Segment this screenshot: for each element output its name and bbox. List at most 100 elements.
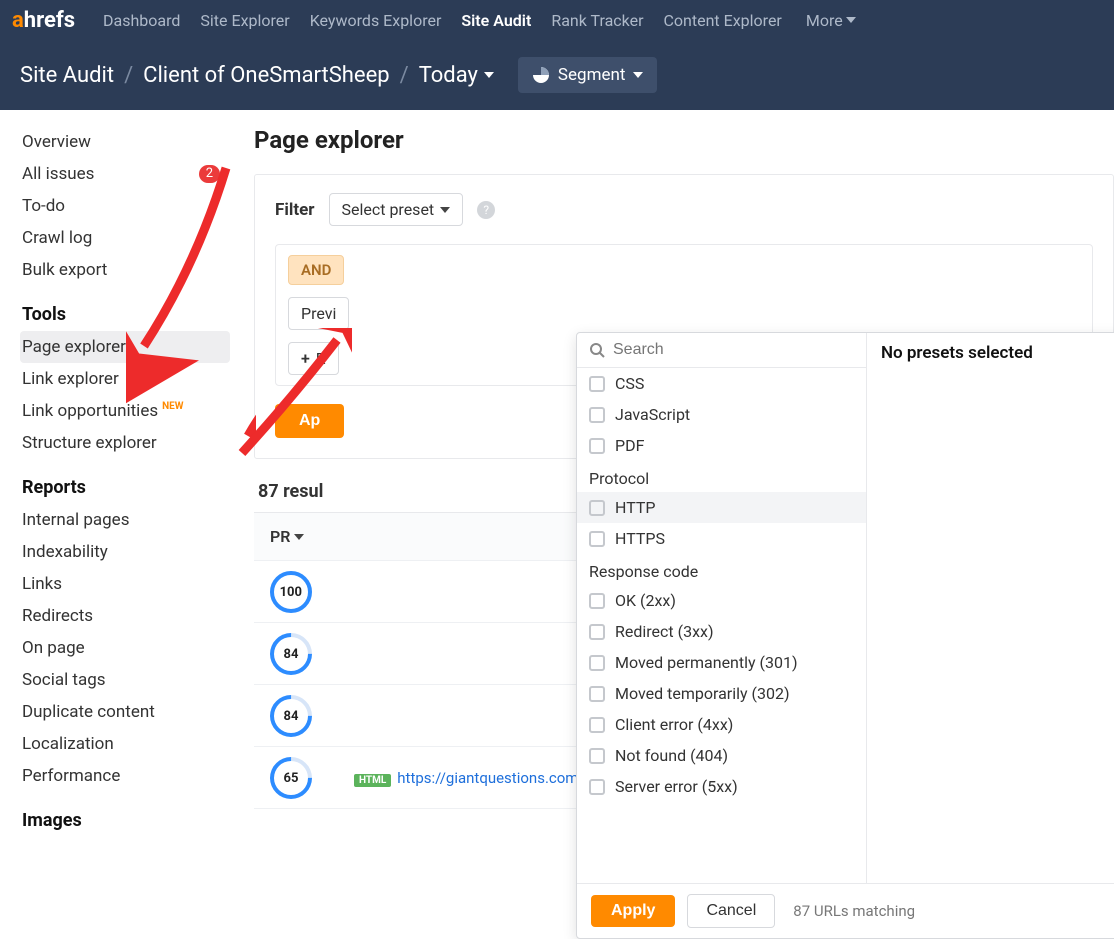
and-chip[interactable]: AND [288, 255, 344, 285]
preset-footer: Apply Cancel 87 URLs matching [577, 883, 1114, 938]
count-badge: 2 [199, 165, 220, 183]
preset-option-label: HTTP [615, 498, 656, 517]
sidebar-item[interactable]: Links [20, 568, 230, 600]
sidebar-item[interactable]: Link opportunitiesNEW [20, 395, 230, 427]
nav-item[interactable]: Site Audit [451, 11, 541, 30]
top-nav: ahrefs DashboardSite ExplorerKeywords Ex… [0, 0, 1114, 40]
sidebar-item[interactable]: Link explorer [20, 363, 230, 395]
add-rule-button[interactable]: +R [288, 342, 339, 375]
preset-apply-button[interactable]: Apply [591, 895, 675, 927]
preset-option[interactable]: OK (2xx) [577, 585, 866, 616]
sidebar: OverviewAll issues2To-doCrawl logBulk ex… [0, 110, 242, 852]
preset-option[interactable]: Moved temporarily (302) [577, 678, 866, 709]
preset-search-input[interactable] [613, 341, 854, 359]
preset-option-label: HTTPS [615, 529, 665, 548]
search-icon [589, 342, 605, 358]
preset-option-label: OK (2xx) [615, 591, 676, 610]
checkbox[interactable] [589, 438, 605, 454]
nav-more[interactable]: More [798, 11, 864, 30]
checkbox[interactable] [589, 531, 605, 547]
select-preset-button[interactable]: Select preset [329, 193, 464, 226]
preset-dropdown: CSS JavaScript PDF Protocol HTTP HTTPS Respons… [576, 332, 1114, 939]
preset-option[interactable]: JavaScript [577, 399, 866, 430]
preview-button[interactable]: Previ [288, 297, 349, 330]
preset-list[interactable]: CSS JavaScript PDF Protocol HTTP HTTPS Respons… [577, 368, 866, 883]
nav-item[interactable]: Dashboard [93, 11, 190, 30]
segment-button[interactable]: Segment [518, 57, 658, 93]
sidebar-item[interactable]: Social tags [20, 664, 230, 696]
crumb-project[interactable]: Client of OneSmartSheep [143, 63, 389, 88]
pr-ring: 100 [261, 562, 320, 621]
apply-filter-button[interactable]: Ap [275, 404, 344, 438]
pr-ring: 65 [261, 748, 320, 807]
sidebar-item[interactable]: Redirects [20, 600, 230, 632]
pr-ring: 84 [261, 624, 320, 683]
checkbox[interactable] [589, 593, 605, 609]
sidebar-item[interactable]: Performance [20, 760, 230, 792]
sidebar-header-tools: Tools [20, 286, 230, 331]
preset-match-count: 87 URLs matching [793, 902, 915, 920]
pie-icon [532, 66, 550, 84]
sidebar-item[interactable]: Internal pages [20, 504, 230, 536]
filter-label: Filter [275, 200, 315, 220]
pr-ring: 84 [261, 686, 320, 745]
preset-option[interactable]: PDF [577, 430, 866, 461]
checkbox[interactable] [589, 624, 605, 640]
logo[interactable]: ahrefs [12, 8, 75, 33]
preset-option-label: Server error (5xx) [615, 777, 738, 796]
checkbox[interactable] [589, 376, 605, 392]
preset-option[interactable]: CSS [577, 368, 866, 399]
nav-item[interactable]: Rank Tracker [541, 11, 653, 30]
preset-option[interactable]: Server error (5xx) [577, 771, 866, 802]
preset-option-label: Moved temporarily (302) [615, 684, 790, 703]
preset-option[interactable]: Client error (4xx) [577, 709, 866, 740]
new-badge: NEW [162, 401, 183, 412]
preset-option-label: Redirect (3xx) [615, 622, 714, 641]
preset-option[interactable]: HTTP [577, 492, 866, 523]
preset-option[interactable]: Moved permanently (301) [577, 647, 866, 678]
checkbox[interactable] [589, 655, 605, 671]
preset-option-label: Not found (404) [615, 746, 728, 765]
checkbox[interactable] [589, 686, 605, 702]
nav-item[interactable]: Keywords Explorer [300, 11, 452, 30]
sidebar-item[interactable]: On page [20, 632, 230, 664]
preset-option-label: PDF [615, 436, 644, 455]
preset-option[interactable]: HTTPS [577, 523, 866, 554]
preset-option-label: CSS [615, 374, 644, 393]
preset-group-header: Response code [577, 554, 866, 585]
crumb-date[interactable]: Today [419, 63, 494, 88]
plus-icon: + [301, 349, 310, 368]
checkbox[interactable] [589, 500, 605, 516]
nav-item[interactable]: Site Explorer [190, 11, 299, 30]
preset-option[interactable]: Redirect (3xx) [577, 616, 866, 647]
sidebar-item[interactable]: Bulk export [20, 254, 230, 286]
nav-item[interactable]: Content Explorer [654, 11, 792, 30]
sidebar-item[interactable]: Crawl log [20, 222, 230, 254]
preset-cancel-button[interactable]: Cancel [687, 894, 775, 928]
sidebar-item[interactable]: Overview [20, 126, 230, 158]
preset-option-label: Moved permanently (301) [615, 653, 798, 672]
page-title: Page explorer [254, 126, 1114, 154]
sidebar-item[interactable]: To-do [20, 190, 230, 222]
checkbox[interactable] [589, 407, 605, 423]
no-presets-text: No presets selected [881, 343, 1114, 363]
preset-option-label: Client error (4xx) [615, 715, 733, 734]
help-icon[interactable]: ? [477, 201, 495, 219]
sidebar-item[interactable]: Duplicate content [20, 696, 230, 728]
sidebar-item[interactable]: Structure explorer [20, 427, 230, 459]
crumb-root[interactable]: Site Audit [20, 63, 114, 88]
checkbox[interactable] [589, 717, 605, 733]
sidebar-item[interactable]: Page explorer [20, 331, 230, 363]
preset-group-header: Protocol [577, 461, 866, 492]
preset-option[interactable]: Not found (404) [577, 740, 866, 771]
sidebar-item[interactable]: Indexability [20, 536, 230, 568]
preset-left-panel: CSS JavaScript PDF Protocol HTTP HTTPS Respons… [577, 333, 867, 883]
preset-search [577, 333, 866, 368]
preset-right-panel: No presets selected [867, 333, 1114, 883]
checkbox[interactable] [589, 748, 605, 764]
sidebar-header-images: Images [20, 792, 230, 837]
col-pr[interactable]: PR [254, 527, 344, 546]
sidebar-item[interactable]: Localization [20, 728, 230, 760]
checkbox[interactable] [589, 779, 605, 795]
sidebar-item[interactable]: All issues2 [20, 158, 230, 190]
